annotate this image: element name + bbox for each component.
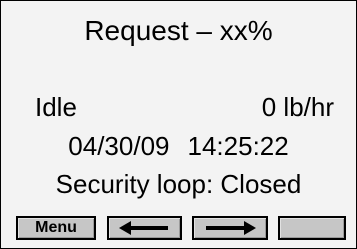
- display-screen: Request – xx% Idle 0 lb/hr 04/30/09 14:25…: [0, 0, 357, 249]
- menu-softkey-label: Menu: [35, 219, 77, 236]
- arrow-right-icon: [206, 221, 256, 235]
- arrow-left-icon: [119, 221, 168, 235]
- flow-rate-readout: 0 lb/hr: [261, 92, 334, 122]
- menu-softkey[interactable]: Menu: [16, 216, 96, 240]
- blank-softkey[interactable]: [278, 216, 346, 240]
- status-text: Idle: [35, 92, 77, 122]
- time-readout: 14:25:22: [187, 131, 289, 161]
- right-arrow-softkey[interactable]: [192, 216, 268, 240]
- left-arrow-softkey[interactable]: [107, 216, 182, 240]
- date-time-row: 04/30/09 14:25:22: [1, 131, 356, 161]
- request-title: Request – xx%: [84, 15, 273, 46]
- date-readout: 04/30/09: [68, 131, 170, 161]
- security-loop-status: Security loop: Closed: [55, 169, 302, 199]
